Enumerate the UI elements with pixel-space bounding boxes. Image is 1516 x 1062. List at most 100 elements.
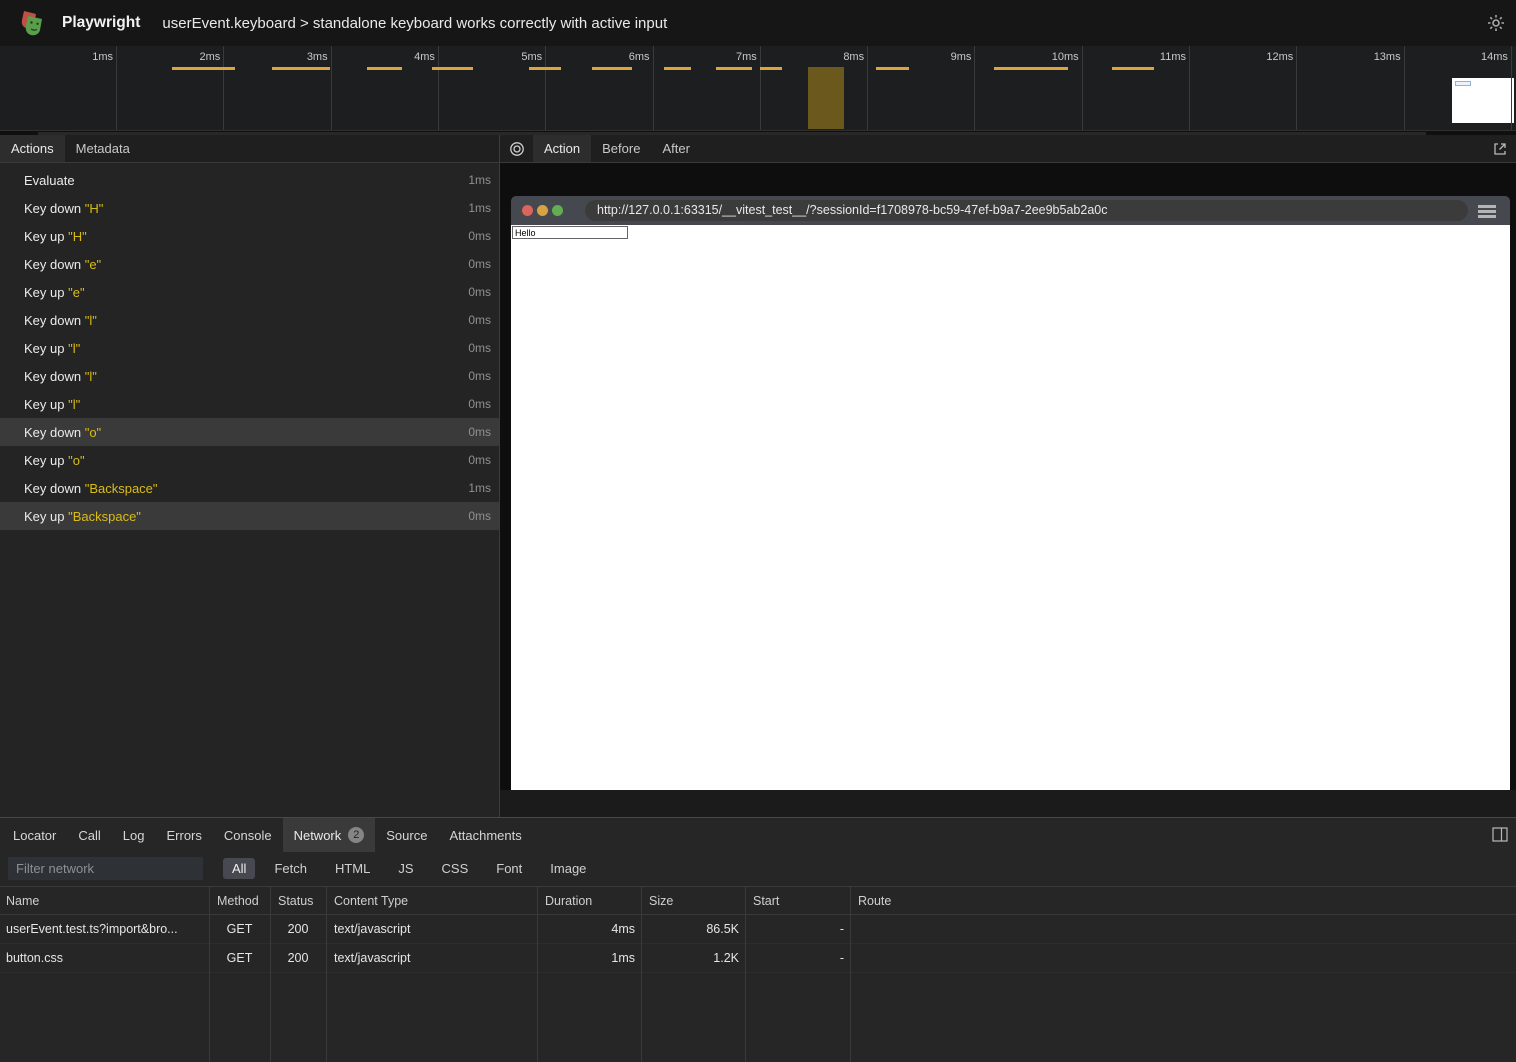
filter-chip-html[interactable]: HTML: [326, 858, 379, 879]
action-row[interactable]: Key down "o"0ms: [0, 418, 499, 446]
column-header-route[interactable]: Route: [850, 887, 1516, 914]
tab-errors-label: Errors: [166, 828, 201, 843]
action-title: Evaluate: [24, 173, 75, 188]
action-row[interactable]: Key down "l" 0ms: [0, 306, 499, 334]
action-row[interactable]: Key down "H"1ms: [0, 194, 499, 222]
action-duration: 0ms: [468, 369, 491, 383]
timeline-gridline: [1511, 46, 1512, 130]
timeline-gridline: [974, 46, 975, 130]
open-external-icon[interactable]: [1492, 141, 1508, 157]
action-title: Key down "Backspace": [24, 481, 158, 496]
network-filter-row: All Fetch HTML JS CSS Font Image: [0, 852, 1516, 885]
timeline-action-bar: [994, 67, 1068, 70]
timeline-action-bar: [529, 67, 561, 70]
column-header-duration[interactable]: Duration: [537, 887, 641, 914]
network-table: NameMethodStatusContent TypeDurationSize…: [0, 886, 1516, 1062]
timeline[interactable]: 1ms2ms3ms4ms5ms6ms7ms8ms9ms10ms11ms12ms1…: [0, 46, 1516, 135]
column-header-status[interactable]: Status: [270, 887, 326, 914]
action-duration: 0ms: [468, 313, 491, 327]
action-row[interactable]: Key down "Backspace"1ms: [0, 474, 499, 502]
action-title: Key up "o": [24, 453, 85, 468]
action-title: Key down "l": [24, 313, 97, 328]
filter-chip-font[interactable]: Font: [487, 858, 531, 879]
action-row[interactable]: Key up "H"0ms: [0, 222, 499, 250]
browser-chrome-bar: http://127.0.0.1:63315/__vitest_test__/?…: [511, 196, 1510, 225]
tab-actions[interactable]: Actions: [0, 135, 65, 162]
page-text-input[interactable]: [512, 226, 628, 239]
tab-errors[interactable]: Errors: [155, 818, 212, 852]
timeline-film-strip-thumbnail[interactable]: [1452, 78, 1514, 123]
filter-chip-js[interactable]: JS: [389, 858, 422, 879]
tab-after[interactable]: After: [651, 135, 700, 162]
action-title: Key up "l": [24, 397, 80, 412]
tab-action[interactable]: Action: [533, 135, 591, 162]
tab-log[interactable]: Log: [112, 818, 156, 852]
action-row[interactable]: Key down "e"0ms: [0, 250, 499, 278]
tab-metadata[interactable]: Metadata: [65, 135, 141, 162]
timeline-label: 14ms: [1438, 51, 1508, 63]
tab-network[interactable]: Network2: [283, 818, 376, 852]
timeline-action-bar: [876, 67, 909, 70]
thumbnail-input-preview: [1455, 81, 1471, 86]
action-key-value: "H": [85, 201, 104, 216]
tab-console[interactable]: Console: [213, 818, 283, 852]
action-duration: 1ms: [468, 173, 491, 187]
action-title: Key up "Backspace": [24, 509, 141, 524]
filter-chip-css[interactable]: CSS: [433, 858, 478, 879]
filter-chip-fetch[interactable]: Fetch: [265, 858, 316, 879]
cell-content-type: text/javascript: [326, 915, 537, 943]
page-snapshot: [511, 225, 1510, 790]
actions-panel: Actions Metadata Evaluate 1ms Key down "H"1…: [0, 135, 499, 817]
snapshot-panel: ActionBeforeAfter http://127.0.0.1:63315…: [500, 135, 1516, 817]
panel-layout-icon[interactable]: [1492, 827, 1508, 842]
action-row[interactable]: Key up "e"0ms: [0, 278, 499, 306]
network-table-header: NameMethodStatusContent TypeDurationSize…: [0, 886, 1516, 915]
action-row[interactable]: Key up "l" 0ms: [0, 390, 499, 418]
action-row[interactable]: Key down "l"0ms: [0, 362, 499, 390]
network-request-row[interactable]: userEvent.test.ts?import&bro...GET200tex…: [0, 915, 1516, 944]
cell-status: 200: [270, 944, 326, 972]
action-row[interactable]: Key up "l"0ms: [0, 334, 499, 362]
timeline-label: 5ms: [472, 51, 542, 63]
action-row[interactable]: Key up "o"0ms: [0, 446, 499, 474]
tab-attachments[interactable]: Attachments: [438, 818, 532, 852]
timeline-label: 13ms: [1331, 51, 1401, 63]
column-header-content-type[interactable]: Content Type: [326, 887, 537, 914]
filter-chip-image[interactable]: Image: [541, 858, 595, 879]
filter-network-input[interactable]: [8, 857, 203, 880]
tab-before[interactable]: Before: [591, 135, 651, 162]
pick-locator-target-icon[interactable]: [500, 135, 533, 162]
timeline-label: 7ms: [687, 51, 757, 63]
action-key-value: "e": [68, 285, 84, 300]
playwright-logo: [14, 7, 46, 39]
tab-attachments-label: Attachments: [449, 828, 521, 843]
network-count-badge: 2: [348, 827, 364, 843]
tab-call[interactable]: Call: [67, 818, 111, 852]
action-duration: 0ms: [468, 397, 491, 411]
column-header-name[interactable]: Name: [0, 887, 209, 914]
column-header-start[interactable]: Start: [745, 887, 850, 914]
settings-gear-icon[interactable]: [1486, 13, 1506, 33]
timeline-gridline: [867, 46, 868, 130]
tab-actions-label: Actions: [11, 141, 54, 156]
timeline-gridline: [331, 46, 332, 130]
action-title: Key down "H": [24, 201, 103, 216]
timeline-gridline: [1082, 46, 1083, 130]
column-header-method[interactable]: Method: [209, 887, 270, 914]
bottom-tabbar: LocatorCallLog Errors ConsoleNetwork2Sourc…: [0, 818, 1516, 852]
cell-duration: 4ms: [537, 915, 641, 943]
column-header-size[interactable]: Size: [641, 887, 745, 914]
tab-source[interactable]: Source: [375, 818, 438, 852]
timeline-action-bar: [432, 67, 473, 70]
tab-locator[interactable]: Locator: [2, 818, 67, 852]
cell-status: 200: [270, 915, 326, 943]
timeline-label: 8ms: [794, 51, 864, 63]
app-title: Playwright: [62, 14, 140, 32]
action-row[interactable]: Key up "Backspace"0ms: [0, 502, 499, 530]
timeline-gridline: [116, 46, 117, 130]
network-request-row[interactable]: button.cssGET200text/javascript1ms1.2K-: [0, 944, 1516, 973]
action-row[interactable]: Evaluate 1ms: [0, 166, 499, 194]
filter-chip-all[interactable]: All: [223, 858, 255, 879]
timeline-label: 12ms: [1223, 51, 1293, 63]
cell-method: GET: [209, 944, 270, 972]
